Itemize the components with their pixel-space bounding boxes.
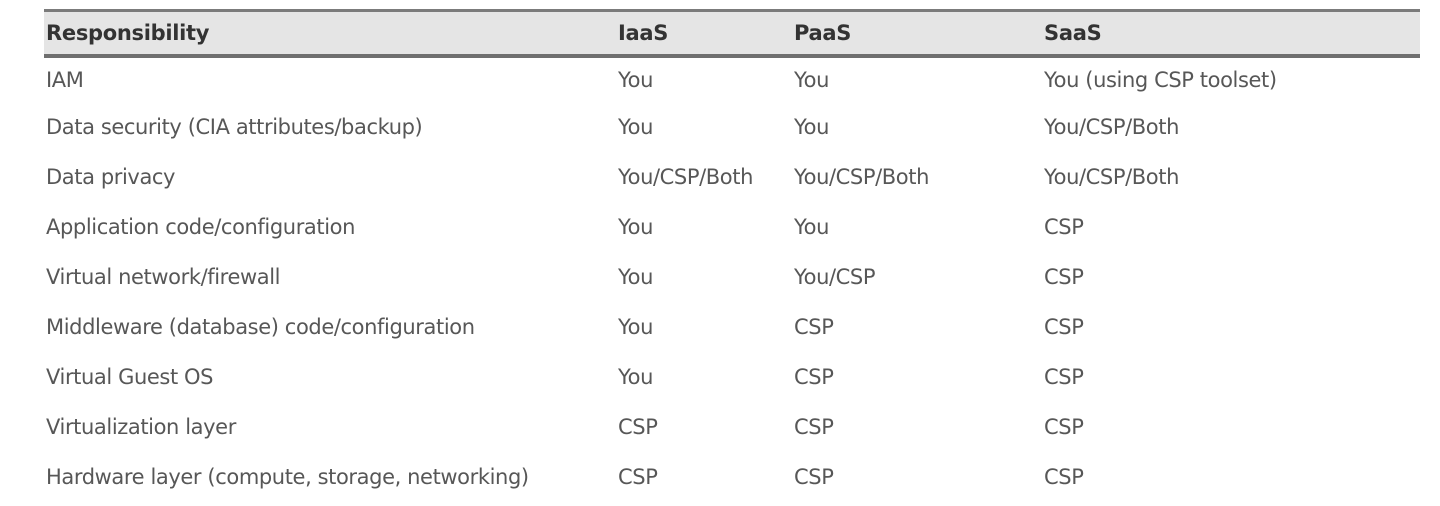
cell-saas: CSP: [1044, 465, 1084, 489]
table-row: Virtualization layer CSP CSP CSP: [44, 402, 1420, 452]
cell-iaas: You/CSP/Both: [618, 165, 754, 189]
cell-iaas: You: [618, 215, 653, 239]
cell-responsibility: Hardware layer (compute, storage, networ…: [46, 465, 529, 489]
cell-responsibility: Middleware (database) code/configuration: [46, 315, 475, 339]
cell-saas: CSP: [1044, 215, 1084, 239]
cell-iaas: CSP: [618, 465, 658, 489]
header-paas: PaaS: [794, 21, 852, 45]
cell-responsibility: Virtualization layer: [46, 415, 236, 439]
cell-paas: CSP: [794, 415, 834, 439]
cell-paas: You: [794, 215, 829, 239]
table-row: IAM You You You (using CSP toolset): [44, 56, 1420, 102]
responsibility-table-container: Responsibility IaaS PaaS SaaS IAM You Yo…: [44, 9, 1420, 502]
cell-saas: CSP: [1044, 365, 1084, 389]
cell-iaas: You: [618, 315, 653, 339]
cell-paas: You/CSP/Both: [794, 165, 930, 189]
cell-paas: CSP: [794, 465, 834, 489]
cell-saas: CSP: [1044, 315, 1084, 339]
cell-responsibility: Data privacy: [46, 165, 176, 189]
cell-saas: You/CSP/Both: [1044, 115, 1180, 139]
table-row: Middleware (database) code/configuration…: [44, 302, 1420, 352]
cell-saas: CSP: [1044, 415, 1084, 439]
header-responsibility: Responsibility: [46, 21, 210, 45]
cell-paas: You: [794, 68, 829, 92]
header-saas: SaaS: [1044, 21, 1102, 45]
table-row: Virtual Guest OS You CSP CSP: [44, 352, 1420, 402]
cell-saas: You/CSP/Both: [1044, 165, 1180, 189]
table-body: IAM You You You (using CSP toolset) Data…: [44, 56, 1420, 502]
cell-iaas: You: [618, 365, 653, 389]
cell-paas: CSP: [794, 315, 834, 339]
cell-iaas: You: [618, 265, 653, 289]
cell-responsibility: IAM: [46, 68, 84, 92]
cell-responsibility: Data security (CIA attributes/backup): [46, 115, 423, 139]
header-iaas: IaaS: [618, 21, 669, 45]
cell-responsibility: Virtual network/firewall: [46, 265, 281, 289]
table-row: Hardware layer (compute, storage, networ…: [44, 452, 1420, 502]
cell-saas: CSP: [1044, 265, 1084, 289]
header-row: Responsibility IaaS PaaS SaaS: [44, 10, 1420, 56]
cell-paas: CSP: [794, 365, 834, 389]
cell-iaas: CSP: [618, 415, 658, 439]
table-header: Responsibility IaaS PaaS SaaS: [44, 10, 1420, 56]
cell-saas: You (using CSP toolset): [1044, 68, 1277, 92]
shared-responsibility-table: Responsibility IaaS PaaS SaaS IAM You Yo…: [44, 9, 1420, 502]
cell-paas: You: [794, 115, 829, 139]
cell-iaas: You: [618, 115, 653, 139]
cell-iaas: You: [618, 68, 653, 92]
table-row: Virtual network/firewall You You/CSP CSP: [44, 252, 1420, 302]
table-row: Application code/configuration You You C…: [44, 202, 1420, 252]
table-row: Data security (CIA attributes/backup) Yo…: [44, 102, 1420, 152]
cell-responsibility: Application code/configuration: [46, 215, 356, 239]
cell-paas: You/CSP: [794, 265, 876, 289]
cell-responsibility: Virtual Guest OS: [46, 365, 214, 389]
table-row: Data privacy You/CSP/Both You/CSP/Both Y…: [44, 152, 1420, 202]
